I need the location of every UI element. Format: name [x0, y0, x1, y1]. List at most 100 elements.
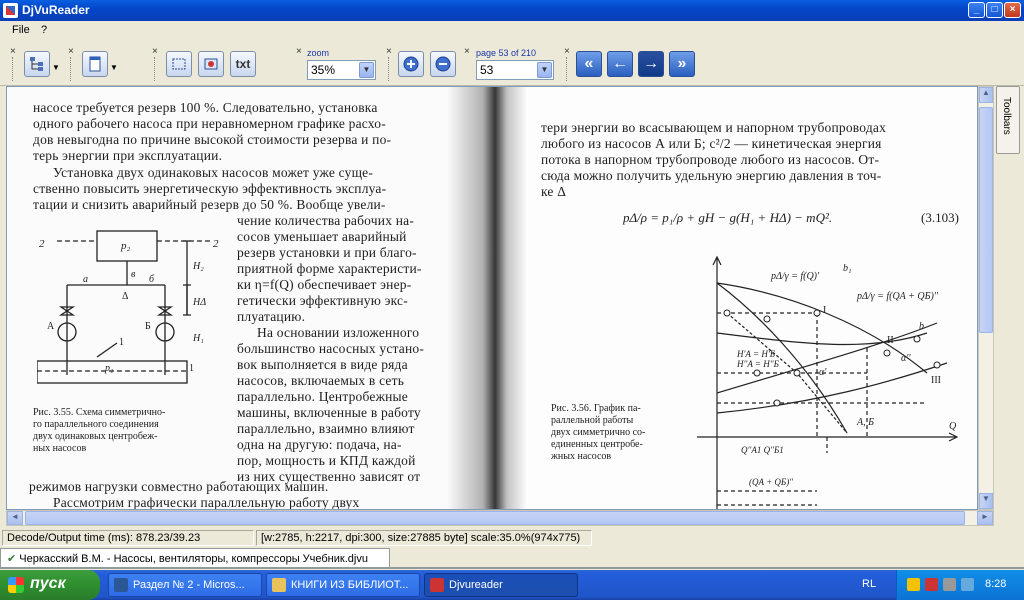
- diagram-label: HΔ: [192, 297, 206, 308]
- chevron-down-icon[interactable]: ▼: [110, 63, 118, 72]
- text-line: сосов уменьшает аварийный: [237, 229, 407, 244]
- select-image-button[interactable]: [198, 51, 224, 77]
- toolbar-grip[interactable]: [154, 57, 157, 81]
- title-bar[interactable]: DjVuReader _ □ ×: [0, 0, 1024, 21]
- text-line: ки η=f(Q) обеспечивает энер-: [237, 277, 412, 292]
- document-tab-label: Черкасский В.М. - Насосы, вентиляторы, к…: [19, 553, 368, 565]
- text-line: дов невыгодна по причине высокой стоимос…: [33, 132, 392, 147]
- start-button[interactable]: пуск: [0, 570, 100, 600]
- previous-page-button[interactable]: ←: [607, 51, 633, 77]
- page-number-combobox[interactable]: 53 ▼: [476, 60, 554, 80]
- menu-bar: File ?: [0, 21, 1024, 40]
- chevron-down-icon[interactable]: ▼: [52, 63, 60, 72]
- language-indicator[interactable]: RL: [862, 578, 876, 590]
- text-line: одна на другую: подача, на-: [237, 437, 402, 452]
- figure-caption-line: го параллельного соединения: [33, 419, 159, 430]
- sound-icon[interactable]: [943, 578, 956, 591]
- tree-icon: [30, 57, 43, 71]
- last-page-button[interactable]: »: [669, 51, 695, 77]
- menu-file[interactable]: File: [12, 24, 30, 36]
- zoom-out-button[interactable]: [430, 51, 456, 77]
- windows-logo-icon: [8, 577, 24, 593]
- network-icon[interactable]: [925, 578, 938, 591]
- text-line: гетически эффективную экс-: [237, 293, 408, 308]
- decode-time-status: Decode/Output time (ms): 878.23/39.23: [2, 530, 254, 546]
- toolbar-close-icon[interactable]: ×: [10, 47, 16, 57]
- text-line: любого из насосов А или Б; c²/2 — кинети…: [541, 136, 882, 151]
- first-page-button[interactable]: «: [576, 51, 602, 77]
- scroll-right-icon[interactable]: ►: [977, 511, 993, 525]
- view-text-button[interactable]: txt: [230, 51, 256, 77]
- close-button[interactable]: ×: [1004, 2, 1021, 18]
- text-line: ке Δ: [541, 184, 567, 199]
- diagram-label: H₁: [192, 333, 204, 344]
- vertical-scroll-thumb[interactable]: [979, 107, 993, 333]
- figure-caption-line: жных насосов: [551, 451, 612, 462]
- status-bar: Decode/Output time (ms): 878.23/39.23 [w…: [0, 529, 1024, 547]
- vertical-scrollbar[interactable]: ▲ ▼: [978, 86, 994, 510]
- chevron-down-icon[interactable]: ▼: [537, 62, 552, 78]
- scroll-up-icon[interactable]: ▲: [979, 87, 993, 103]
- select-region-button[interactable]: [166, 51, 192, 77]
- horizontal-scrollbar[interactable]: ◄ ►: [6, 510, 994, 526]
- shield-icon[interactable]: [907, 578, 920, 591]
- diagram-label: 2: [213, 238, 219, 250]
- minimize-button[interactable]: _: [968, 2, 985, 18]
- djvureader-icon: [430, 578, 444, 592]
- toolbar-grip[interactable]: [388, 57, 391, 81]
- toolbar-grip[interactable]: [70, 57, 73, 81]
- scroll-left-icon[interactable]: ◄: [7, 511, 23, 525]
- navigation-pane-button[interactable]: [24, 51, 50, 77]
- diagram-label: Δ: [122, 291, 129, 302]
- text-line: параллельно, взаимно влияют: [237, 421, 415, 436]
- toolbar-close-icon[interactable]: ×: [564, 47, 570, 57]
- equation-number: (3.103): [921, 210, 959, 225]
- next-page-button[interactable]: →: [638, 51, 664, 77]
- graph-label: α': [819, 367, 827, 378]
- scroll-down-icon[interactable]: ▼: [979, 493, 993, 509]
- toolbar-close-icon[interactable]: ×: [386, 47, 392, 57]
- document-tab[interactable]: ✔ Черкасский В.М. - Насосы, вентиляторы,…: [0, 548, 390, 568]
- zoom-out-icon: [435, 56, 451, 72]
- text-line: параллельно. Центробежные: [237, 389, 408, 404]
- graph-label: α'': [901, 353, 911, 364]
- graph-label: b: [919, 321, 924, 332]
- graph-label: pΔ/γ = f(Q)': [770, 271, 820, 282]
- toolbar-close-icon[interactable]: ×: [152, 47, 158, 57]
- toolbar-close-icon[interactable]: ×: [68, 47, 74, 57]
- figure-caption-line: раллельной работы: [551, 415, 634, 426]
- taskbar-button-label: КНИГИ ИЗ БИБЛИОТ...: [291, 579, 409, 591]
- chevron-down-icon[interactable]: ▼: [359, 62, 374, 78]
- word-icon: [114, 578, 128, 592]
- taskbar-button-djvureader[interactable]: Djvureader: [424, 573, 578, 597]
- taskbar-button-folder[interactable]: КНИГИ ИЗ БИБЛИОТ...: [266, 573, 420, 597]
- zoom-label: zoom: [307, 48, 330, 58]
- menu-help[interactable]: ?: [41, 24, 47, 36]
- zoom-in-button[interactable]: [398, 51, 424, 77]
- toolbar-grip[interactable]: [566, 57, 569, 81]
- toolbar-close-icon[interactable]: ×: [464, 47, 470, 57]
- page-left: насосе требуется резерв 100 %. Следовате…: [7, 87, 497, 509]
- diagram-label: 2: [39, 238, 45, 250]
- text-line: тери энергии во всасывающем и напорном т…: [541, 120, 887, 135]
- diagram-label: 1: [189, 363, 194, 374]
- horizontal-scroll-thumb[interactable]: [25, 511, 965, 525]
- graph-label: A, Б: [856, 417, 874, 428]
- tray-app-icon[interactable]: [961, 578, 974, 591]
- page-layout-button[interactable]: [82, 51, 108, 77]
- text-line: терь энергии при эксплуатации.: [33, 148, 223, 163]
- document-view[interactable]: насосе требуется резерв 100 %. Следовате…: [6, 86, 978, 510]
- toolbars-tab[interactable]: Toolbars: [996, 86, 1020, 154]
- arrow-right-icon: →: [643, 55, 659, 72]
- diagram-label: 1: [119, 337, 124, 348]
- graph-label: H'A = H'Б: [736, 349, 776, 359]
- text-line: сюда можно получить удельную энергию дав…: [541, 168, 882, 183]
- zoom-combobox[interactable]: 35% ▼: [307, 60, 376, 80]
- toolbar-grip[interactable]: [12, 57, 15, 81]
- text-line: потока в напорном трубопроводе любого из…: [541, 152, 880, 167]
- text-line: машины, включенные в работу: [237, 405, 421, 420]
- toolbar-close-icon[interactable]: ×: [296, 47, 302, 57]
- zoom-in-icon: [403, 56, 419, 72]
- taskbar-button-word[interactable]: Раздел № 2 - Micros...: [108, 573, 262, 597]
- maximize-button[interactable]: □: [986, 2, 1003, 18]
